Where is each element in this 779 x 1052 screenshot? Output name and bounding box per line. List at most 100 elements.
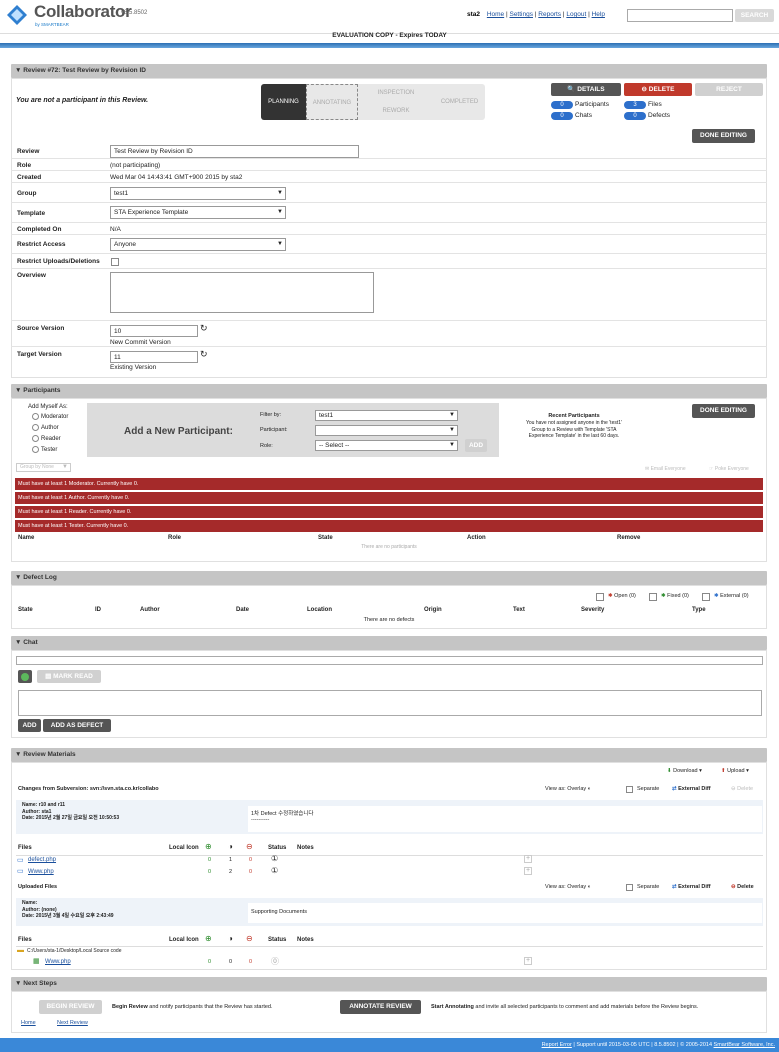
role-select[interactable]: -- Select -- <box>315 440 458 451</box>
next-review-link[interactable]: Next Review <box>57 1020 88 1026</box>
report-error-link[interactable]: Report Error <box>542 1042 572 1048</box>
overview-textarea[interactable] <box>110 272 374 313</box>
source-version-input[interactable]: 10 <box>110 325 198 337</box>
col-remove[interactable]: Remove <box>617 535 640 541</box>
add-note-button[interactable]: + <box>524 957 532 965</box>
overview-label: Overview <box>17 272 46 279</box>
done-editing-button[interactable]: DONE EDITING <box>692 129 755 143</box>
upload-col-local: Local Icon <box>169 937 199 943</box>
defect-col-type[interactable]: Type <box>692 607 706 613</box>
participants-section-header[interactable]: ▼ Participants <box>11 384 767 398</box>
files-col-local: Local Icon <box>169 845 199 851</box>
review-section-header[interactable]: ▼ Review #72: Test Review by Revision ID <box>11 64 767 78</box>
role-radio-author[interactable]: Author <box>32 424 59 431</box>
review-label: Review <box>17 148 40 155</box>
add-note-button[interactable]: + <box>524 867 532 875</box>
search-input[interactable] <box>627 9 733 22</box>
review-title-input[interactable]: Test Review by Revision ID <box>110 145 359 158</box>
col-role[interactable]: Role <box>168 535 181 541</box>
chat-input[interactable] <box>18 690 762 716</box>
open-filter-checkbox[interactable] <box>596 593 604 601</box>
download-menu[interactable]: ⬇ Download ▾ <box>667 768 702 774</box>
nav-reports[interactable]: Reports <box>538 11 561 18</box>
file-status-icon[interactable]: ① <box>271 854 278 863</box>
delete-review-button[interactable]: ⊖ DELETE <box>624 83 692 96</box>
nav-home[interactable]: Home <box>487 11 504 18</box>
annotate-review-button[interactable]: ANNOTATE REVIEW <box>340 1000 421 1014</box>
file-status-icon[interactable]: ⓪ <box>271 956 279 967</box>
separate-checkbox[interactable] <box>626 786 633 793</box>
nav-logout[interactable]: Logout <box>566 11 586 18</box>
add-as-defect-button[interactable]: ADD AS DEFECT <box>43 719 111 732</box>
file-status-icon[interactable]: ① <box>271 866 278 875</box>
stage-completed: COMPLETED <box>434 84 485 120</box>
defect-col-author[interactable]: Author <box>140 607 160 613</box>
stage-annotating: ANNOTATING <box>306 84 358 120</box>
participants-done-editing-button[interactable]: DONE EDITING <box>692 404 755 418</box>
defect-col-severity[interactable]: Severity <box>581 607 604 613</box>
group-by-select[interactable]: Group by None <box>16 463 71 472</box>
col-name[interactable]: Name <box>18 535 34 541</box>
nav-help[interactable]: Help <box>592 11 605 18</box>
filter-select[interactable]: test1 <box>315 410 458 421</box>
group-label: Group <box>17 190 37 197</box>
restrict-uploads-label: Restrict Uploads/Deletions <box>17 258 100 265</box>
col-state[interactable]: State <box>318 535 333 541</box>
defect-col-location[interactable]: Location <box>307 607 332 613</box>
reject-button[interactable]: REJECT <box>695 83 763 96</box>
defect-col-id[interactable]: ID <box>95 607 101 613</box>
template-select[interactable]: STA Experience Template <box>110 206 286 219</box>
upload-separate-checkbox[interactable] <box>626 884 633 891</box>
chat-add-button[interactable]: ADD <box>18 719 41 732</box>
mark-read-button[interactable]: ▤ MARK READ <box>37 670 101 683</box>
refresh-source-icon[interactable]: ↻ <box>200 323 208 334</box>
email-everyone-link[interactable]: ✉ Email Everyone <box>645 466 686 472</box>
poke-everyone-link[interactable]: ☞ Poke Everyone <box>709 466 749 472</box>
restrict-uploads-checkbox[interactable] <box>111 258 119 266</box>
next-steps-header[interactable]: ▼ Next Steps <box>11 977 767 991</box>
refresh-target-icon[interactable]: ↻ <box>200 349 208 360</box>
defect-log-header[interactable]: ▼ Defect Log <box>11 571 767 585</box>
deleted-lines-icon: ⊖ <box>246 934 253 943</box>
fixed-filter-checkbox[interactable] <box>649 593 657 601</box>
upload-external-diff-button[interactable]: ⇄ External Diff <box>672 884 711 890</box>
search-button[interactable]: SEARCH <box>735 9 774 22</box>
defect-col-state[interactable]: State <box>18 607 33 613</box>
role-radio-reader[interactable]: Reader <box>32 435 61 442</box>
add-participant-button[interactable]: ADD <box>465 439 487 452</box>
role-radio-tester[interactable]: Tester <box>32 446 57 453</box>
defect-col-date[interactable]: Date <box>236 607 249 613</box>
external-diff-button[interactable]: ⇄ External Diff <box>672 786 711 792</box>
upload-view-as-overlay[interactable]: View as: Overlay ◐ <box>545 884 591 890</box>
participant-select[interactable] <box>315 425 458 436</box>
defect-col-origin[interactable]: Origin <box>424 607 442 613</box>
external-filter-checkbox[interactable] <box>702 593 710 601</box>
defects-stat-label: Defects <box>648 112 671 119</box>
group-select[interactable]: test1 <box>110 187 286 200</box>
error-moderator: Must have at least 1 Moderator. Currentl… <box>15 478 763 490</box>
home-link[interactable]: Home <box>21 1020 36 1026</box>
company-link[interactable]: SmartBear Software, Inc. <box>714 1042 775 1048</box>
file-link-www[interactable]: Www.php <box>28 869 54 875</box>
add-note-button[interactable]: + <box>524 855 532 863</box>
add-myself-label: Add Myself As: <box>28 404 68 410</box>
materials-header[interactable]: ▼ Review Materials <box>11 748 767 762</box>
role-radio-moderator[interactable]: Moderator <box>32 413 68 420</box>
target-version-input[interactable]: 11 <box>110 351 198 363</box>
details-button[interactable]: 🔍 DETAILS <box>551 83 621 96</box>
delete-changes-button[interactable]: ⊖ Delete <box>731 786 753 792</box>
col-action[interactable]: Action <box>467 535 486 541</box>
source-version-note: New Commit Version <box>110 339 171 346</box>
nav-settings[interactable]: Settings <box>509 11 533 18</box>
view-as-overlay[interactable]: View as: Overlay ◐ <box>545 786 591 792</box>
restrict-access-select[interactable]: Anyone <box>110 238 286 251</box>
chat-status-button[interactable] <box>18 670 32 683</box>
chat-header[interactable]: ▼ Chat <box>11 636 767 650</box>
begin-review-button[interactable]: BEGIN REVIEW <box>39 1000 102 1014</box>
upload-file-link-www[interactable]: Www.php <box>45 959 71 965</box>
created-label: Created <box>17 174 42 181</box>
delete-upload-button[interactable]: ⊖ Delete <box>731 884 754 890</box>
upload-menu[interactable]: ⬆ Upload ▾ <box>721 768 749 774</box>
file-link-defect[interactable]: defect.php <box>28 857 56 863</box>
defect-col-text[interactable]: Text <box>513 607 525 613</box>
